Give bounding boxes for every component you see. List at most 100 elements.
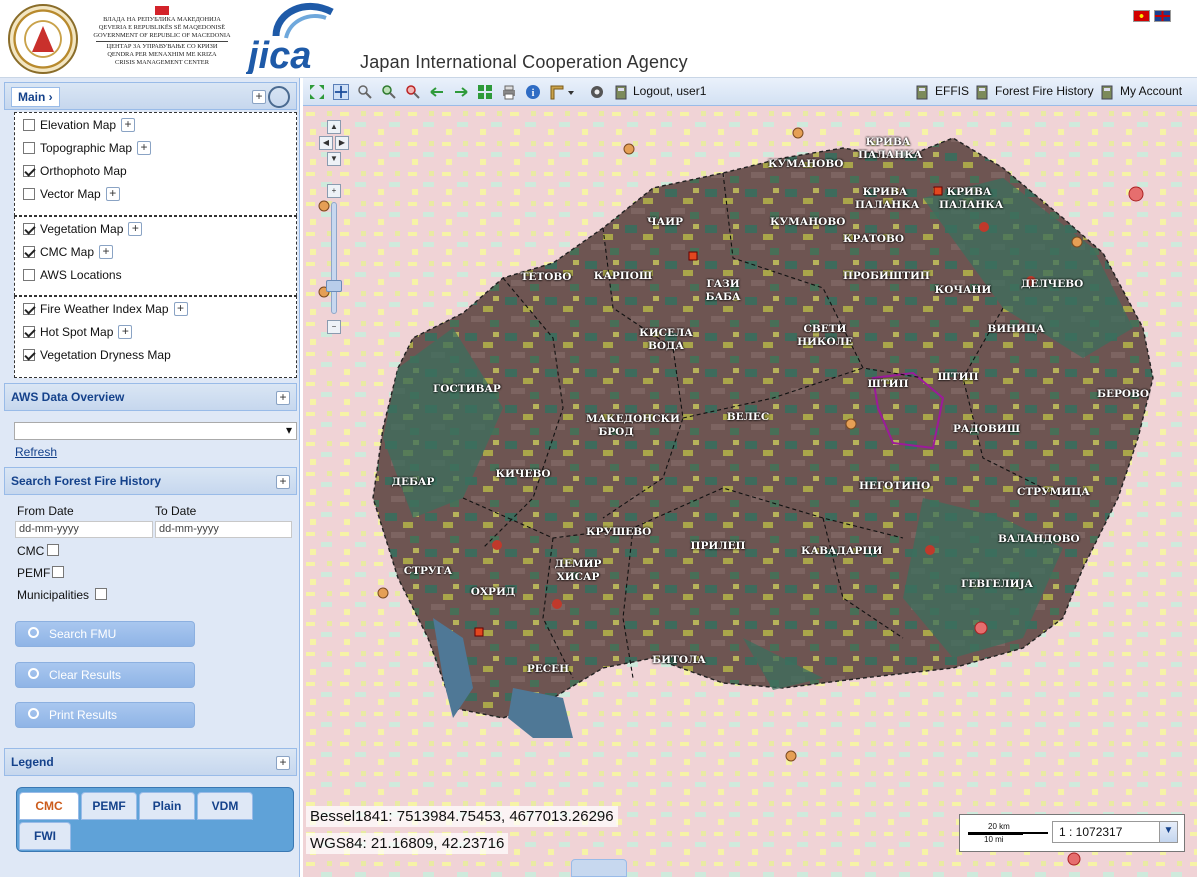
print-results-button[interactable]: Print Results (15, 702, 195, 728)
municipality-label: ОХРИД (470, 586, 516, 598)
search-fmu-button[interactable]: Search FMU (15, 621, 195, 647)
zoom-rail[interactable] (331, 202, 337, 314)
legend-tab-cmc[interactable]: CMC (19, 792, 79, 820)
jica-logo: jica (246, 2, 334, 74)
jica-agency-name: Japan International Cooperation Agency (360, 52, 688, 72)
plus-icon[interactable]: + (118, 324, 133, 339)
municipality-label: ВИНИЦА (987, 323, 1045, 335)
max-extent-icon[interactable] (477, 84, 493, 100)
layer-aws[interactable]: AWS Locations (15, 263, 296, 286)
print-icon[interactable] (501, 84, 517, 100)
map-viewport[interactable]: КУМАНОВО КРИВА ПАЛАНКА КРИВА ПАЛАНКА КРИВА … (303, 78, 1197, 877)
checkbox[interactable] (23, 245, 35, 258)
municipality-label: КРИВА ПАЛАНКА (855, 186, 920, 211)
checkbox[interactable] (23, 118, 35, 131)
from-date-field[interactable]: dd-mm-yyyy (15, 521, 153, 538)
pan-up-icon[interactable]: ▲ (327, 120, 341, 134)
plus-icon[interactable]: + (128, 221, 143, 236)
checkbox[interactable] (23, 187, 35, 200)
plus-icon[interactable]: + (276, 391, 290, 405)
layer-dryness[interactable]: Vegetation Dryness Map (15, 343, 296, 366)
legend-tab-vdm[interactable]: VDM (197, 792, 253, 820)
layer-vector[interactable]: Vector Map + (15, 182, 296, 205)
forward-arrow-icon[interactable] (453, 84, 469, 100)
search-panel-header[interactable]: Search Forest Fire History + (4, 467, 297, 495)
municipality-label: ШТИП (937, 371, 979, 383)
pemf-checkbox[interactable] (52, 566, 64, 578)
layer-hotspot[interactable]: Hot Spot Map + (15, 320, 296, 343)
checkbox[interactable] (23, 302, 35, 315)
bessel-coords: Bessel1841: 7513984.75453, 4677013.26296 (306, 806, 618, 827)
aws-panel-header[interactable]: AWS Data Overview + (4, 383, 297, 411)
gb-flag-icon[interactable] (1154, 10, 1171, 22)
plus-icon[interactable]: + (276, 756, 290, 770)
account-icon[interactable] (1099, 84, 1115, 100)
effis-link[interactable]: EFFIS (935, 84, 969, 98)
municipalities-checkbox[interactable] (95, 588, 107, 600)
tab-main[interactable]: Main › (11, 87, 60, 107)
zoom-minus-icon[interactable]: − (327, 320, 341, 334)
pan-left-icon[interactable]: ◀ (319, 136, 333, 150)
back-arrow-icon[interactable] (429, 84, 445, 100)
scale-select[interactable]: 1 : 1072317 ▼ (1052, 821, 1178, 843)
layer-orthophoto[interactable]: Orthophoto Map (15, 159, 296, 182)
fire-history-icon[interactable] (974, 84, 990, 100)
municipality-label: РЕСЕН (526, 663, 570, 675)
legend-tab-pemf[interactable]: PEMF (81, 792, 137, 820)
checkbox[interactable] (23, 222, 35, 235)
legend-panel-header[interactable]: Legend + (4, 748, 297, 776)
zoom-slider[interactable]: + − (326, 184, 342, 334)
logout-link[interactable]: Logout, user1 (633, 84, 706, 98)
checkbox[interactable] (23, 164, 35, 177)
plus-icon[interactable]: + (137, 140, 152, 155)
plus-icon[interactable]: + (99, 244, 114, 259)
measure-dropdown-icon[interactable] (549, 84, 575, 100)
pan-icon[interactable] (333, 84, 349, 100)
plus-icon[interactable]: + (173, 301, 188, 316)
zoom-out-icon[interactable] (405, 84, 421, 100)
legend-tab-fwi[interactable]: FWI (19, 822, 71, 850)
pan-down-icon[interactable]: ▼ (327, 152, 341, 166)
clear-results-button[interactable]: Clear Results (15, 662, 195, 688)
zoom-in-icon[interactable] (381, 84, 397, 100)
info-icon[interactable]: i (525, 84, 541, 100)
layer-topographic[interactable]: Topographic Map + (15, 136, 296, 159)
my-account-link[interactable]: My Account (1120, 84, 1182, 98)
plus-icon[interactable]: + (121, 117, 136, 132)
zoom-extent-icon[interactable] (268, 86, 290, 108)
checkbox[interactable] (23, 348, 35, 361)
layer-cmc[interactable]: CMC Map + (15, 240, 296, 263)
layer-label: Topographic Map (40, 140, 133, 155)
forest-fire-history-link[interactable]: Forest Fire History (995, 84, 1094, 98)
chevron-down-icon[interactable]: ▼ (1159, 822, 1177, 842)
mk-flag-icon[interactable] (1133, 10, 1150, 22)
aws-station-select[interactable] (14, 422, 297, 440)
layer-elevation[interactable]: Elevation Map + (15, 113, 296, 136)
municipality-label: МАКЕДОНСКИ БРОД (586, 413, 680, 438)
effis-icon[interactable] (914, 84, 930, 100)
plus-icon[interactable]: + (105, 186, 120, 201)
full-extent-icon[interactable] (309, 84, 325, 100)
legend-tab-plain[interactable]: Plain (139, 792, 195, 820)
refresh-link[interactable]: Refresh (15, 445, 57, 459)
sidebar: Main › + Elevation Map + Topographic Map +… (0, 78, 300, 877)
logout-icon[interactable] (613, 84, 629, 100)
cmc-checkbox[interactable] (47, 544, 59, 556)
layer-vegetation[interactable]: Vegetation Map + (15, 217, 296, 240)
plus-icon[interactable]: + (276, 475, 290, 489)
scale-mi-label: 10 mi (984, 835, 1004, 844)
collapse-bottom-tab[interactable] (571, 859, 627, 877)
municipality-label: ЧАИР (647, 216, 683, 228)
main-panel-header: Main › + (4, 82, 297, 110)
checkbox[interactable] (23, 325, 35, 338)
zoom-box-icon[interactable] (357, 84, 373, 100)
checkbox[interactable] (23, 141, 35, 154)
layer-fwi[interactable]: Fire Weather Index Map + (15, 297, 296, 320)
expand-plus-icon[interactable]: + (252, 90, 266, 104)
checkbox[interactable] (23, 268, 35, 281)
to-date-field[interactable]: dd-mm-yyyy (155, 521, 292, 538)
pan-right-icon[interactable]: ▶ (335, 136, 349, 150)
zoom-plus-icon[interactable]: + (327, 184, 341, 198)
zoom-handle[interactable] (326, 280, 342, 292)
settings-gear-icon[interactable] (589, 84, 605, 100)
